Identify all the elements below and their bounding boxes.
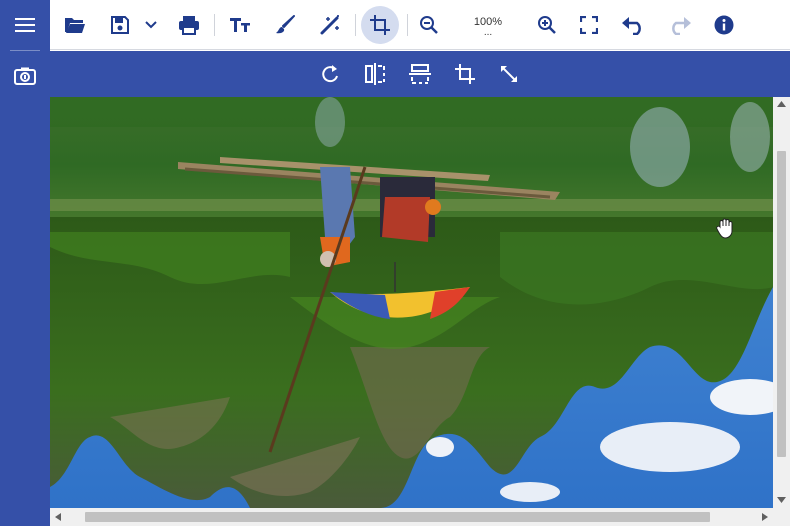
scroll-up-arrow-icon[interactable] [777, 101, 786, 107]
fit-screen-icon [580, 16, 598, 34]
info-icon [714, 15, 734, 35]
zoom-in-icon [538, 16, 556, 34]
zoom-out-button[interactable] [414, 7, 444, 43]
folder-open-icon [65, 18, 85, 33]
magic-wand-icon [320, 15, 339, 35]
text-icon [230, 18, 250, 32]
crop-icon [370, 15, 390, 35]
print-button[interactable] [174, 7, 204, 43]
redo-button[interactable] [662, 7, 696, 43]
save-icon [111, 16, 129, 34]
flip-horizontal-button[interactable] [361, 60, 389, 88]
menu-button[interactable] [0, 0, 50, 50]
toolbar-separator [407, 14, 408, 36]
main-toolbar: 100% ... [50, 0, 790, 50]
text-tool-button[interactable] [225, 7, 255, 43]
crop-apply-button[interactable] [451, 60, 479, 88]
horizontal-scrollbar[interactable] [50, 508, 773, 526]
save-button[interactable] [105, 7, 135, 43]
left-sidebar [0, 0, 50, 526]
redo-icon [672, 17, 691, 35]
zoom-out-icon [420, 16, 438, 34]
chevron-down-icon [145, 21, 157, 29]
zoom-in-button[interactable] [532, 7, 562, 43]
save-options-dropdown[interactable] [140, 7, 162, 43]
brush-tool-button[interactable] [270, 7, 300, 43]
scrollbar-corner [773, 508, 790, 526]
flip-vertical-icon [409, 64, 431, 84]
resize-icon [501, 66, 517, 82]
flip-vertical-button[interactable] [406, 60, 434, 88]
info-button[interactable] [709, 7, 739, 43]
fit-to-screen-button[interactable] [574, 7, 604, 43]
magic-wand-button[interactable] [315, 7, 345, 43]
vertical-scroll-thumb[interactable] [777, 151, 786, 457]
open-button[interactable] [60, 7, 90, 43]
horizontal-scroll-thumb[interactable] [85, 512, 710, 522]
undo-icon [622, 17, 641, 35]
camera-icon [14, 67, 36, 85]
scroll-left-arrow-icon[interactable] [55, 513, 61, 521]
photo-rafting-river [50, 97, 773, 508]
snapshot-button[interactable] [0, 51, 50, 101]
undo-button[interactable] [617, 7, 651, 43]
image-editor: 100% ... [0, 0, 790, 526]
crop-tool-button[interactable] [361, 6, 399, 44]
toolbar-separator [214, 14, 215, 36]
zoom-level-display[interactable]: 100% ... [468, 8, 508, 44]
image-canvas[interactable] [50, 97, 773, 508]
flip-horizontal-icon [365, 63, 385, 85]
crop-toolbar [50, 51, 790, 97]
zoom-more-indicator: ... [483, 26, 493, 38]
crop-icon [455, 64, 475, 84]
resize-button[interactable] [495, 60, 523, 88]
rotate-icon [322, 65, 338, 83]
scroll-down-arrow-icon[interactable] [777, 497, 786, 503]
print-icon [179, 16, 199, 35]
brush-icon [276, 15, 295, 34]
rotate-button[interactable] [316, 60, 344, 88]
toolbar-separator [355, 14, 356, 36]
scroll-right-arrow-icon[interactable] [762, 513, 768, 521]
vertical-scrollbar[interactable] [773, 97, 790, 508]
hamburger-menu-icon [15, 18, 35, 32]
